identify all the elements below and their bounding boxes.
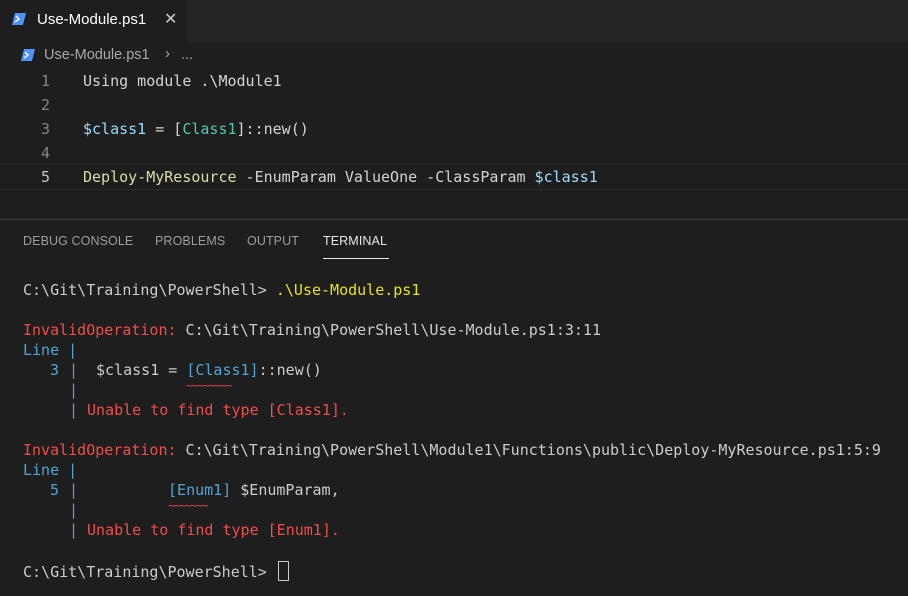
powershell-file-icon [12,13,26,25]
variable: $class1 [525,168,598,186]
error-bar: | [69,481,79,499]
error-line-number: 5 [49,481,59,499]
terminal-line: Line | [23,461,78,479]
module-path: .\Module1 [191,72,282,90]
error-bar: | [69,501,79,519]
error-code: $class1 = [96,361,187,379]
error-location: C:\Git\Training\PowerShell\Use-Module.ps… [176,321,601,339]
tab-debug-console[interactable]: DEBUG CONSOLE [23,234,133,248]
editor-tab-strip: Use-Module.ps1 ✕ [0,0,908,42]
chevron-right-icon: › [165,45,170,62]
breadcrumb-more[interactable]: ... [181,47,193,63]
prompt: C:\Git\Training\PowerShell> [23,281,276,299]
parameter: -ClassParam [417,168,526,186]
terminal-line: | ~~~~~~~~ [23,379,232,399]
code-line: 2 [0,94,908,118]
code-line-current: 5 Deploy-MyResource -EnumParam ValueOne … [0,164,908,190]
error-line-number: 3 [49,361,59,379]
class-name: Class1 [182,120,237,138]
error-label: InvalidOperation: [23,441,177,459]
code-text: $class1 = [Class1]::new() [83,120,309,138]
error-code-tail: ::new() [258,361,322,379]
tab-problems[interactable]: PROBLEMS [155,234,225,248]
error-squiggle: ~~~~~~~~ [186,379,232,392]
code-text: Using module .\Module1 [83,72,282,90]
terminal-line: | Unable to find type [Class1]. [23,401,349,419]
error-bar: | [69,361,79,379]
panel-tabs: DEBUG CONSOLE PROBLEMS OUTPUT TERMINAL [0,220,908,260]
terminal-line: 3 | $class1 = [Class1]::new() [23,361,322,379]
terminal-cursor[interactable] [277,561,289,581]
error-bar: | [69,521,79,539]
error-code-class: [Class1] [186,361,259,379]
error-label: InvalidOperation: [23,321,177,339]
powershell-file-icon [21,49,35,61]
error-message: Unable to find type [Enum1]. [87,521,340,539]
breadcrumb: Use-Module.ps1 › ... [0,44,908,66]
keyword: Using module [83,72,192,90]
terminal-line: InvalidOperation: C:\Git\Training\PowerS… [23,441,881,459]
code-line: 3 $class1 = [Class1]::new() [0,118,908,142]
tab-output[interactable]: OUTPUT [247,234,299,248]
variable: $class1 [83,120,147,138]
error-code-class: [Enum1] [168,481,232,499]
error-squiggle: ~~~~~~~ [168,499,208,512]
line-number: 2 [40,96,50,114]
terminal-line: C:\Git\Training\PowerShell> [23,561,289,581]
line-number: 3 [40,120,50,138]
breadcrumb-file[interactable]: Use-Module.ps1 [44,47,150,63]
function-name: Deploy-MyResource [83,168,237,186]
line-number: 5 [40,168,50,186]
code-line: 1 Using module .\Module1 [0,70,908,94]
code-editor[interactable]: 1 Using module .\Module1 2 3 $class1 = [… [0,70,908,210]
code-tail: ]::new() [236,120,309,138]
code-text: Deploy-MyResource -EnumParam ValueOne -C… [83,168,598,186]
error-code-tail: $EnumParam, [231,481,340,499]
close-icon[interactable]: ✕ [164,9,177,29]
parameter: -EnumParam [236,168,336,186]
editor-tab-use-module[interactable]: Use-Module.ps1 ✕ [0,0,187,42]
error-bar: | [69,401,79,419]
prompt: C:\Git\Training\PowerShell> [23,563,276,581]
terminal-line: InvalidOperation: C:\Git\Training\PowerS… [23,321,601,339]
operator: = [ [146,120,183,138]
active-tab-indicator [323,258,389,259]
error-location: C:\Git\Training\PowerShell\Module1\Funct… [176,441,881,459]
terminal-line: | ~~~~~~~ [23,499,208,519]
terminal-line: 5 | [Enum1] $EnumParam, [23,481,340,499]
error-bar: | [69,381,79,399]
terminal-line: Line | [23,341,78,359]
terminal-line: | Unable to find type [Enum1]. [23,521,340,539]
line-number: 1 [40,72,50,90]
line-number: 4 [40,144,50,162]
error-message: Unable to find type [Class1]. [87,401,349,419]
tab-terminal[interactable]: TERMINAL [323,234,387,248]
command: .\Use-Module.ps1 [275,281,421,299]
value: ValueOne [335,168,418,186]
terminal-line: C:\Git\Training\PowerShell> .\Use-Module… [23,281,420,299]
bottom-panel: DEBUG CONSOLE PROBLEMS OUTPUT TERMINAL C… [0,219,908,596]
code-line: 4 [0,142,908,166]
tab-label: Use-Module.ps1 [37,11,147,28]
